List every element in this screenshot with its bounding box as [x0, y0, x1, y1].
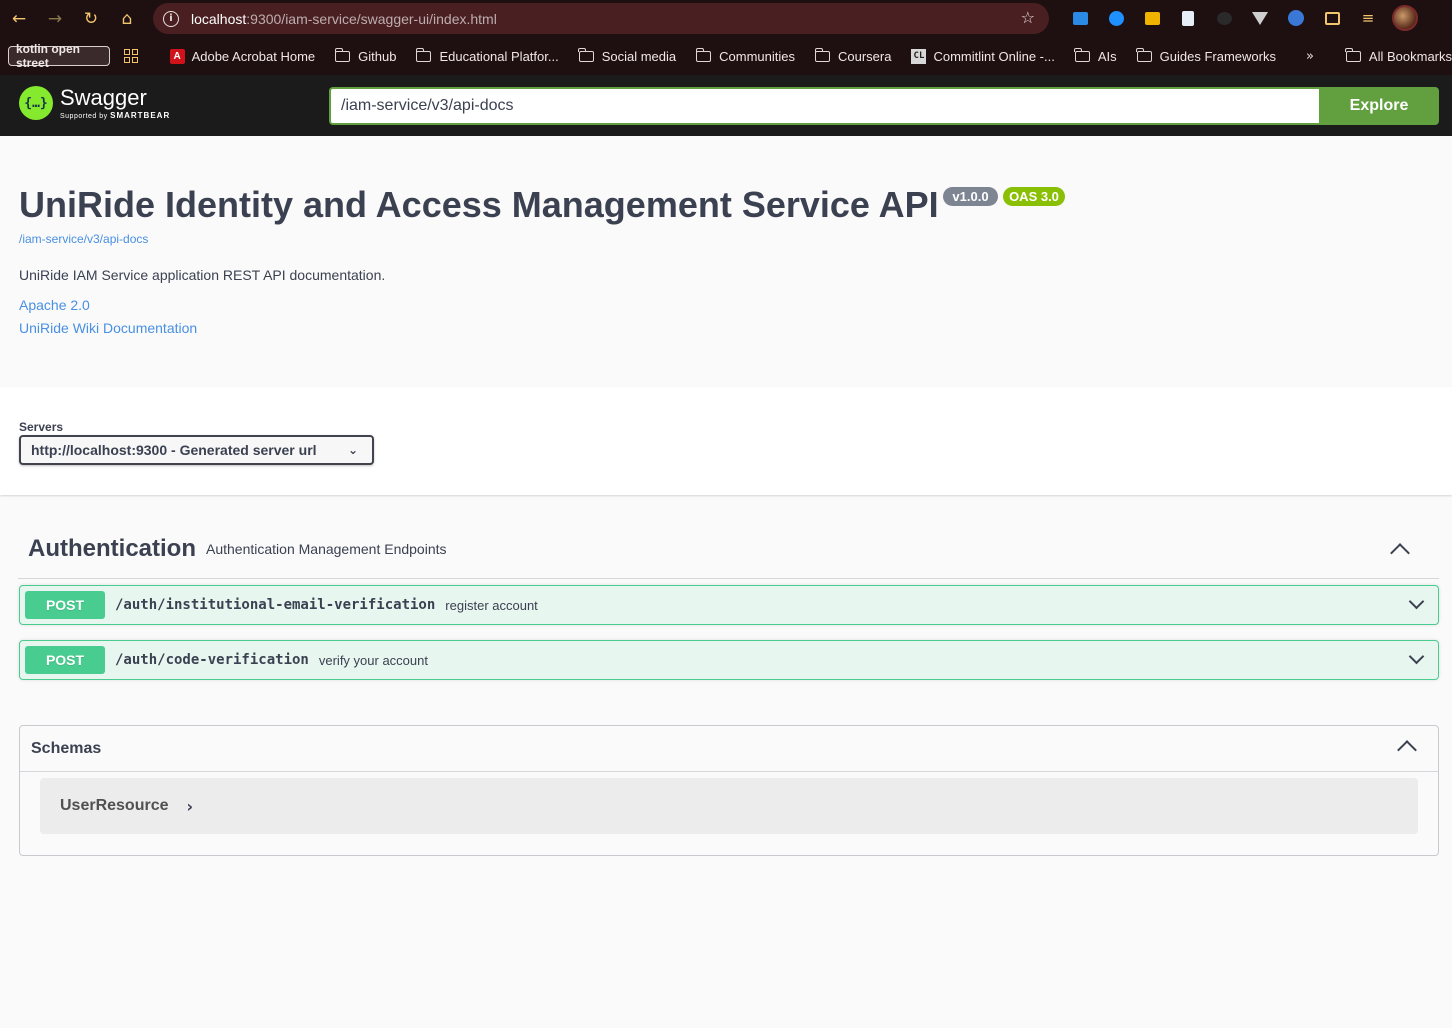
chevron-up-icon[interactable] — [1397, 740, 1417, 760]
operation-post-code-verification[interactable]: POST /auth/code-verification verify your… — [19, 640, 1439, 680]
address-bar[interactable]: i localhost:9300/iam-service/swagger-ui/… — [153, 3, 1049, 34]
schemas-title: Schemas — [31, 739, 102, 757]
bookmark-label: AIs — [1097, 48, 1117, 64]
bookmark-label: Educational Platfor... — [439, 48, 559, 64]
api-info: UniRide Identity and Access Management S… — [0, 136, 1452, 387]
extensions-area: ≡ — [1062, 4, 1418, 32]
bookmark-label: Social media — [601, 48, 677, 64]
chevron-right-icon[interactable]: › — [187, 797, 194, 816]
profile-avatar[interactable] — [1392, 5, 1418, 31]
chevron-down-icon[interactable] — [1408, 648, 1425, 665]
operation-path: /auth/institutional-email-verification — [115, 597, 436, 613]
extension-window-icon[interactable] — [1062, 4, 1098, 32]
servers-section: Servers http://localhost:9300 - Generate… — [0, 387, 1452, 495]
folder-icon — [1345, 47, 1361, 62]
bookmark-item[interactable]: Communities — [695, 47, 795, 64]
forward-icon[interactable]: → — [37, 4, 73, 34]
bookmark-label: All Bookmarks — [1368, 48, 1452, 64]
wiki-link[interactable]: UniRide Wiki Documentation — [19, 320, 197, 336]
license-link[interactable]: Apache 2.0 — [19, 297, 90, 313]
bookmark-item[interactable]: Guides Frameworks — [1136, 47, 1276, 64]
bookmark-label: Guides Frameworks — [1159, 48, 1276, 64]
extension-vue-icon[interactable] — [1242, 4, 1278, 32]
more-bookmarks-icon[interactable]: » — [1306, 49, 1314, 64]
bookmark-item[interactable]: CL Commitlint Online -... — [911, 48, 1055, 64]
tag-authentication[interactable]: Authentication Authentication Management… — [18, 520, 1439, 579]
bookmark-label: Coursera — [838, 48, 892, 64]
oas-badge: OAS 3.0 — [1003, 187, 1065, 206]
spec-link[interactable]: /iam-service/v3/api-docs — [19, 232, 148, 246]
spec-url-input[interactable]: /iam-service/v3/api-docs — [329, 87, 1319, 125]
reading-list-icon[interactable]: ≡ — [1350, 4, 1386, 32]
bookmark-item[interactable]: Social media — [578, 47, 677, 64]
extension-password-icon[interactable] — [1278, 4, 1314, 32]
chevron-up-icon[interactable] — [1390, 543, 1410, 563]
chevron-down-icon: ⌄ — [347, 443, 358, 457]
reload-icon[interactable]: ↻ — [73, 4, 109, 34]
all-bookmarks[interactable]: All Bookmarks — [1345, 47, 1452, 64]
folder-icon — [1074, 47, 1090, 62]
bookmark-label: Adobe Acrobat Home — [191, 48, 316, 64]
swagger-topbar: {…} Swagger Supported by SMARTBEAR /iam-… — [0, 75, 1452, 136]
logo-sub-prefix: Supported by — [60, 112, 108, 120]
bookmarks-bar: kotlin open street A Adobe Acrobat Home G… — [0, 37, 1452, 75]
home-icon[interactable]: ⌂ — [109, 4, 145, 34]
operation-summary: register account — [445, 597, 538, 613]
schemas-section: Schemas UserResource › — [19, 725, 1439, 856]
folder-icon — [415, 47, 432, 62]
servers-select[interactable]: http://localhost:9300 - Generated server… — [19, 435, 374, 465]
url-path: :9300/iam-service/swagger-ui/index.html — [246, 10, 497, 27]
address-url[interactable]: localhost:9300/iam-service/swagger-ui/in… — [191, 11, 497, 27]
bookmark-item[interactable]: Coursera — [814, 47, 892, 64]
folder-icon — [578, 47, 594, 62]
version-badge: v1.0.0 — [943, 187, 998, 206]
folder-icon — [695, 47, 712, 62]
method-badge: POST — [25, 591, 105, 619]
extension-dark-icon[interactable] — [1206, 4, 1242, 32]
bookmark-item[interactable]: Github — [334, 47, 397, 64]
operation-post-institutional-email-verification[interactable]: POST /auth/institutional-email-verificat… — [19, 585, 1439, 625]
servers-selected-value: http://localhost:9300 - Generated server… — [31, 442, 317, 458]
bookmark-star-icon[interactable]: ☆ — [1021, 8, 1035, 27]
method-badge: POST — [25, 646, 105, 674]
folder-icon — [1136, 47, 1152, 62]
swagger-logo[interactable]: {…} Swagger Supported by SMARTBEAR — [19, 86, 170, 120]
cl-icon: CL — [911, 48, 927, 64]
extension-shazam-icon[interactable] — [1098, 4, 1134, 32]
folder-icon — [334, 47, 351, 62]
schemas-header[interactable]: Schemas — [20, 726, 1438, 772]
tag-description: Authentication Management Endpoints — [206, 541, 447, 557]
pdf-icon: A — [169, 48, 185, 64]
bookmark-label: Commitlint Online -... — [933, 48, 1055, 64]
back-icon[interactable]: ← — [1, 4, 37, 34]
servers-label: Servers — [19, 420, 64, 434]
folder-icon — [814, 47, 830, 62]
operation-path: /auth/code-verification — [115, 652, 309, 668]
swagger-logo-sub: Supported by SMARTBEAR — [60, 111, 170, 120]
page-title: UniRide Identity and Access Management S… — [19, 184, 939, 225]
url-host: localhost — [191, 10, 247, 27]
model-name: UserResource — [60, 797, 169, 814]
logo-sub-brand: SMARTBEAR — [110, 110, 171, 120]
bookmark-item[interactable]: AIs — [1074, 47, 1117, 64]
apps-grid-icon[interactable] — [123, 49, 138, 63]
chevron-down-icon[interactable] — [1408, 593, 1425, 610]
bookmark-item[interactable]: Educational Platfor... — [415, 47, 559, 64]
site-info-icon[interactable]: i — [163, 10, 179, 27]
operation-summary: verify your account — [318, 652, 428, 668]
extension-yellow-icon[interactable] — [1134, 4, 1170, 32]
schema-model-userresource[interactable]: UserResource › — [40, 778, 1418, 834]
bookmark-label: Communities — [719, 48, 795, 64]
extension-doc-icon[interactable] — [1170, 4, 1206, 32]
bookmark-item[interactable]: A Adobe Acrobat Home — [169, 48, 316, 64]
api-description: UniRide IAM Service application REST API… — [19, 267, 386, 283]
swagger-logo-icon: {…} — [19, 86, 53, 120]
swagger-logo-name: Swagger — [60, 84, 147, 110]
browser-toolbar: ← → ↻ ⌂ i localhost:9300/iam-service/swa… — [0, 0, 1452, 37]
extensions-puzzle-icon[interactable] — [1314, 4, 1350, 32]
bookmark-label: Github — [358, 48, 397, 64]
explore-button[interactable]: Explore — [1319, 87, 1439, 125]
tag-name: Authentication — [28, 535, 196, 562]
bookmark-pill[interactable]: kotlin open street — [8, 42, 110, 70]
